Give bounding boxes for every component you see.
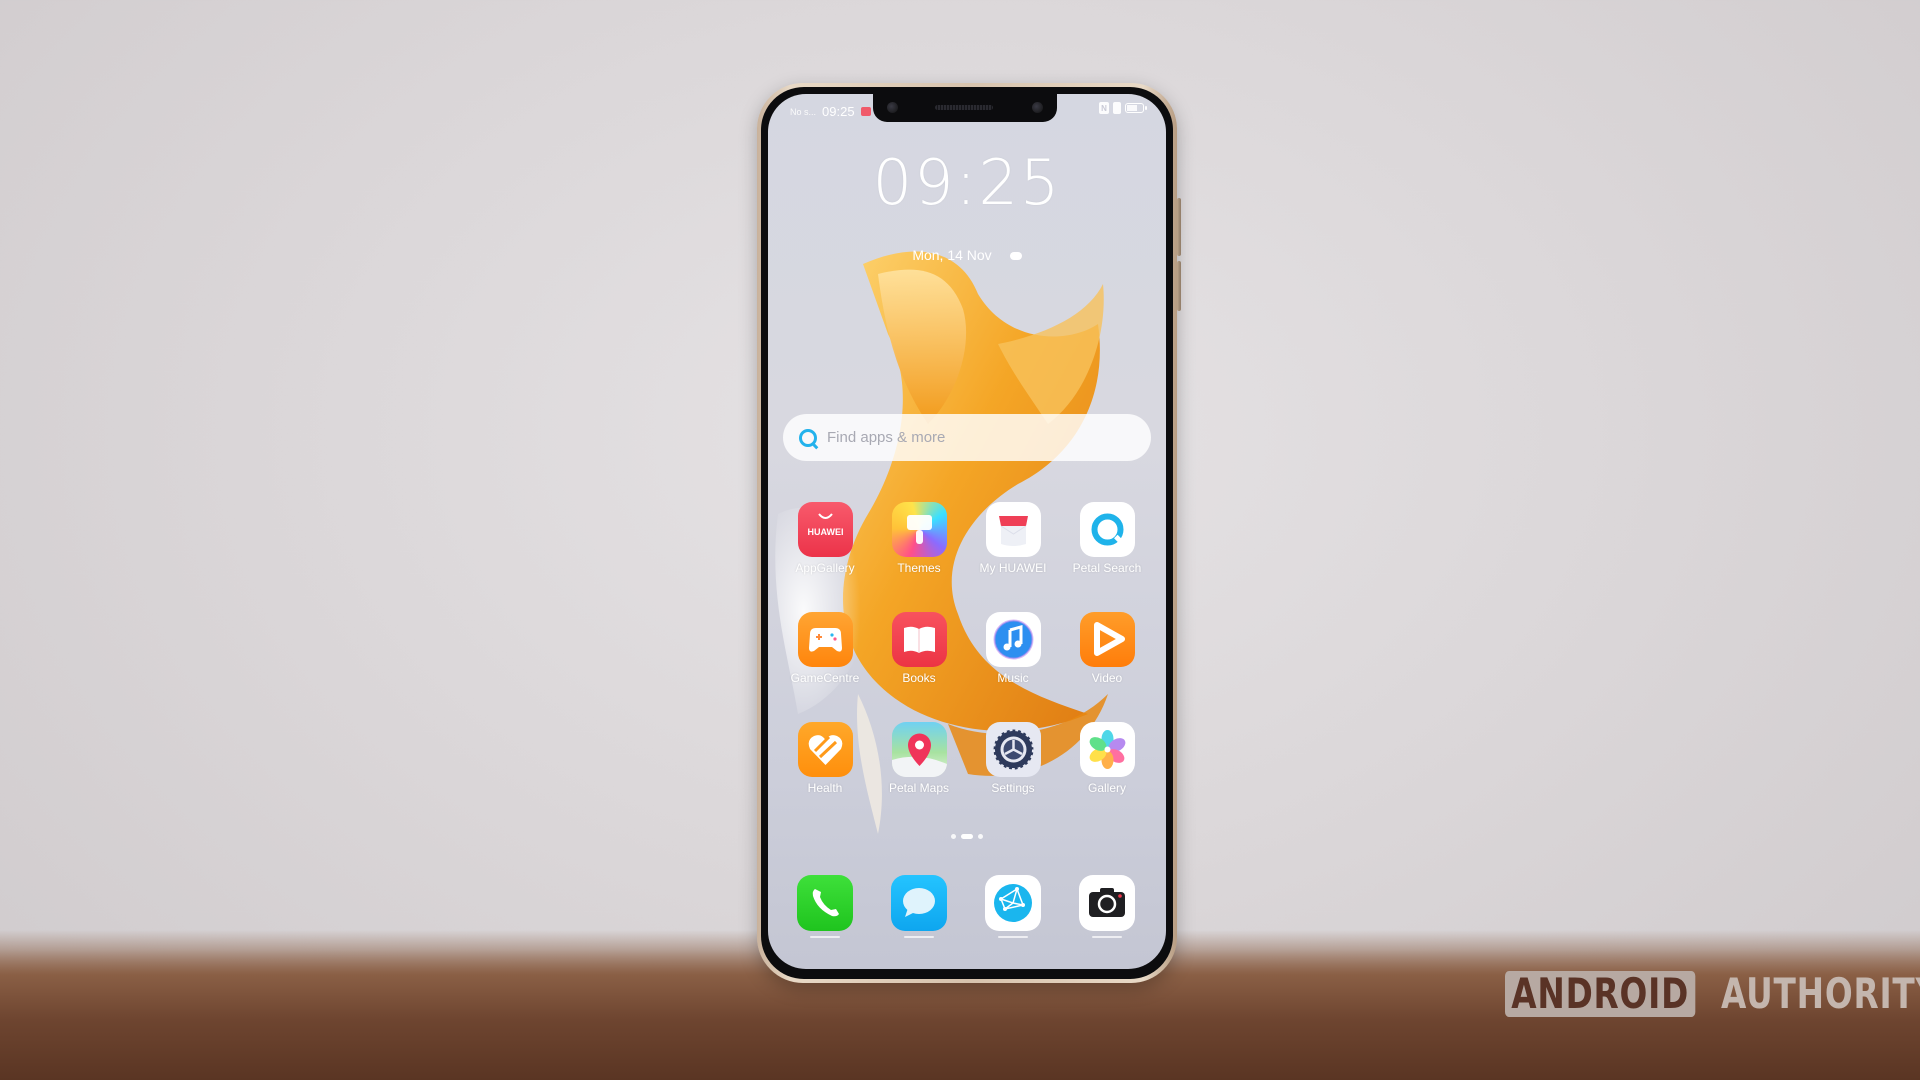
- my-huawei-icon: [985, 502, 1041, 557]
- watermark-text: AUTHORITY: [1721, 969, 1920, 1018]
- dock-phone[interactable]: [782, 875, 868, 938]
- phone-glyph: [812, 889, 839, 917]
- page-dot[interactable]: [951, 834, 956, 839]
- app-books[interactable]: Books: [876, 612, 962, 685]
- weather-cloud-icon: [1009, 252, 1022, 261]
- health-glyph: [808, 735, 842, 765]
- status-time: 09:25: [822, 104, 855, 119]
- book-icon: [891, 612, 947, 667]
- gamepad-icon: [797, 612, 853, 667]
- settings-glyph: [991, 728, 1035, 771]
- svg-text:HUAWEI: HUAWEI: [807, 527, 843, 537]
- app-label: Petal Search: [1072, 561, 1142, 575]
- dock-underline: [1092, 936, 1122, 938]
- home-screen: No s... 09:25 N 09:25 Mon, 14 Nov Find a…: [768, 94, 1166, 969]
- dock-browser[interactable]: [970, 875, 1056, 938]
- app-petal-search[interactable]: Petal Search: [1064, 502, 1150, 575]
- watermark-boxed-text: ANDROID: [1505, 971, 1696, 1017]
- date-text: Mon, 14 Nov: [912, 247, 992, 263]
- dock-underline: [810, 936, 840, 938]
- search-bar[interactable]: Find apps & more: [783, 414, 1151, 461]
- dock-camera[interactable]: [1064, 875, 1150, 938]
- map-pin-icon: [891, 722, 947, 777]
- camera-icon: [1079, 875, 1135, 931]
- message-bubble-icon: [891, 875, 947, 931]
- app-label: Music: [997, 671, 1029, 685]
- phone-device: No s... 09:25 N 09:25 Mon, 14 Nov Find a…: [757, 83, 1181, 983]
- appgallery-icon: HUAWEI: [797, 502, 853, 557]
- message-glyph: [903, 888, 935, 917]
- app-label: Video: [1091, 671, 1123, 685]
- earpiece-speaker: [935, 105, 993, 110]
- petal-search-glyph: [1091, 513, 1124, 546]
- app-themes[interactable]: Themes: [876, 502, 962, 575]
- app-settings[interactable]: Settings: [970, 722, 1056, 795]
- app-label: GameCentre: [790, 671, 860, 685]
- status-bar-right: N: [1099, 102, 1147, 114]
- sim-icon: [1113, 102, 1121, 114]
- front-camera-icon: [887, 102, 898, 113]
- page-indicator[interactable]: [768, 834, 1166, 839]
- themes-brush-icon: [891, 502, 947, 557]
- app-label: Themes: [897, 561, 941, 575]
- app-video[interactable]: Video: [1064, 612, 1150, 685]
- app-label: Gallery: [1087, 781, 1126, 795]
- app-music[interactable]: Music: [970, 612, 1056, 685]
- app-label: Health: [807, 781, 843, 795]
- appgallery-glyph: HUAWEI: [807, 513, 843, 537]
- app-health[interactable]: Health: [782, 722, 868, 795]
- carrier-text: No s...: [790, 106, 817, 117]
- battery-icon: [1125, 103, 1147, 113]
- notification-icon: [860, 107, 871, 116]
- search-placeholder: Find apps & more: [827, 429, 946, 446]
- camera-notch: [873, 94, 1057, 122]
- app-label: Settings: [991, 781, 1035, 795]
- app-label: Books: [902, 671, 936, 685]
- gamepad-glyph: [808, 628, 842, 652]
- app-label: Petal Maps: [888, 781, 950, 795]
- phone-icon: [797, 875, 853, 931]
- video-play-icon: [1079, 612, 1135, 667]
- front-sensor-icon: [1032, 102, 1043, 113]
- search-icon: [799, 428, 817, 447]
- page-dot-active[interactable]: [961, 834, 973, 839]
- app-gallery[interactable]: Gallery: [1064, 722, 1150, 795]
- video-glyph: [1093, 622, 1125, 656]
- dock-underline: [904, 936, 934, 938]
- my-huawei-glyph: [998, 516, 1028, 546]
- power-button: [1177, 261, 1181, 311]
- music-note-icon: [985, 612, 1041, 667]
- camera-glyph: [1089, 888, 1125, 917]
- app-petal-maps[interactable]: Petal Maps: [876, 722, 962, 795]
- app-my-huawei[interactable]: My HUAWEI: [970, 502, 1056, 575]
- gallery-flower-icon: [1079, 722, 1135, 777]
- dock-messaging[interactable]: [876, 875, 962, 938]
- app-gamecentre[interactable]: GameCentre: [782, 612, 868, 685]
- lockscreen-clock[interactable]: 09:25: [768, 146, 1166, 219]
- app-appgallery[interactable]: HUAWEI AppGallery: [782, 502, 868, 575]
- app-label: My HUAWEI: [979, 561, 1047, 575]
- music-glyph: [993, 619, 1033, 660]
- status-bar-left: No s... 09:25: [790, 104, 871, 119]
- browser-glyph: [994, 884, 1032, 922]
- dock-underline: [998, 936, 1028, 938]
- app-label: AppGallery: [795, 561, 855, 575]
- book-glyph: [903, 626, 935, 653]
- brush-glyph: [906, 515, 932, 544]
- health-heart-icon: [797, 722, 853, 777]
- nfc-icon: N: [1099, 102, 1109, 114]
- volume-button: [1177, 198, 1181, 256]
- page-dot[interactable]: [978, 834, 983, 839]
- gear-icon: [985, 722, 1041, 777]
- map-glyph: [891, 733, 947, 777]
- globe-network-icon: [985, 875, 1041, 931]
- battery-level: [1127, 105, 1138, 111]
- petal-search-icon: [1079, 502, 1135, 557]
- lockscreen-date[interactable]: Mon, 14 Nov: [768, 247, 1166, 263]
- gallery-glyph: [1089, 730, 1125, 769]
- android-authority-watermark: ANDROID AUTHORITY: [1505, 971, 1920, 1017]
